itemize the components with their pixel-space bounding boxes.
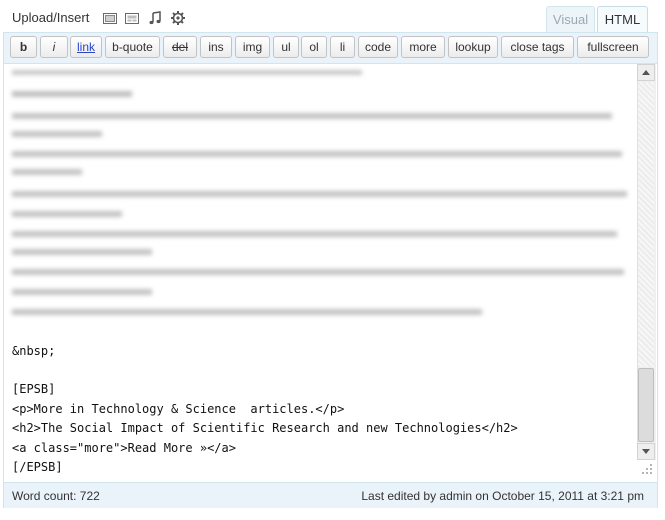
blurred-text-line — [12, 164, 82, 178]
tab-visual[interactable]: Visual — [546, 6, 595, 33]
blurred-text-line — [12, 126, 102, 140]
arrow-down-icon — [642, 449, 650, 454]
blurred-text-line — [12, 64, 362, 78]
qt-ins-button[interactable]: ins — [200, 36, 232, 58]
qt-bold-button[interactable]: b — [10, 36, 37, 58]
code-line: [/EPSB] — [12, 460, 63, 474]
qt-del-button[interactable]: del — [163, 36, 197, 58]
tab-html[interactable]: HTML — [597, 6, 648, 33]
blurred-text-line — [12, 284, 152, 298]
resize-grip-icon[interactable] — [640, 462, 654, 476]
qt-img-button[interactable]: img — [235, 36, 270, 58]
media-gear-icon[interactable] — [170, 10, 186, 26]
blurred-text-line — [12, 108, 612, 122]
code-line: <h2>The Social Impact of Scientific Rese… — [12, 421, 518, 435]
blurred-text-line — [12, 146, 622, 160]
qt-fullscreen-button[interactable]: fullscreen — [577, 36, 649, 58]
blurred-text-line — [12, 86, 132, 100]
last-edited-info: Last edited by admin on October 15, 2011… — [361, 489, 644, 503]
blurred-text-line — [12, 186, 627, 200]
blurred-text-line — [12, 264, 624, 278]
blurred-text-line — [12, 244, 152, 258]
code-line: &nbsp; — [12, 344, 56, 358]
code-line: [EPSB] — [12, 382, 56, 396]
scroll-up-button[interactable] — [637, 64, 655, 81]
scrollbar-thumb[interactable] — [638, 368, 654, 442]
scrollbar-track[interactable] — [638, 82, 654, 367]
upload-insert-label: Upload/Insert — [12, 10, 90, 25]
qt-lookup-button[interactable]: lookup — [448, 36, 498, 58]
code-line: <p>More in Technology & Science articles… — [12, 402, 345, 416]
editor-status-bar: Word count: 722 Last edited by admin on … — [4, 482, 657, 508]
qt-code-button[interactable]: code — [358, 36, 398, 58]
code-line: <a class="more">Read More »</a> — [12, 441, 236, 455]
blurred-text-line — [12, 226, 617, 240]
blurred-text-line — [12, 206, 122, 220]
arrow-up-icon — [642, 70, 650, 75]
qt-li-button[interactable]: li — [330, 36, 355, 58]
qt-ol-button[interactable]: ol — [301, 36, 327, 58]
blurred-text-line — [12, 304, 482, 318]
content-textarea[interactable]: &nbsp; [EPSB] <p>More in Technology & Sc… — [4, 64, 637, 482]
qt-italic-button[interactable]: i — [40, 36, 68, 58]
video-icon[interactable] — [124, 10, 140, 26]
qt-close-tags-button[interactable]: close tags — [501, 36, 574, 58]
audio-icon[interactable] — [147, 10, 163, 26]
word-count: Word count: 722 — [12, 489, 100, 503]
quicktags-toolbar: b i link b-quote del ins img ul ol li co… — [4, 33, 657, 64]
qt-link-button[interactable]: link — [70, 36, 102, 58]
qt-ul-button[interactable]: ul — [273, 36, 299, 58]
qt-blockquote-button[interactable]: b-quote — [105, 36, 160, 58]
scroll-down-button[interactable] — [637, 443, 655, 460]
qt-more-button[interactable]: more — [401, 36, 445, 58]
image-icon[interactable] — [102, 10, 118, 26]
